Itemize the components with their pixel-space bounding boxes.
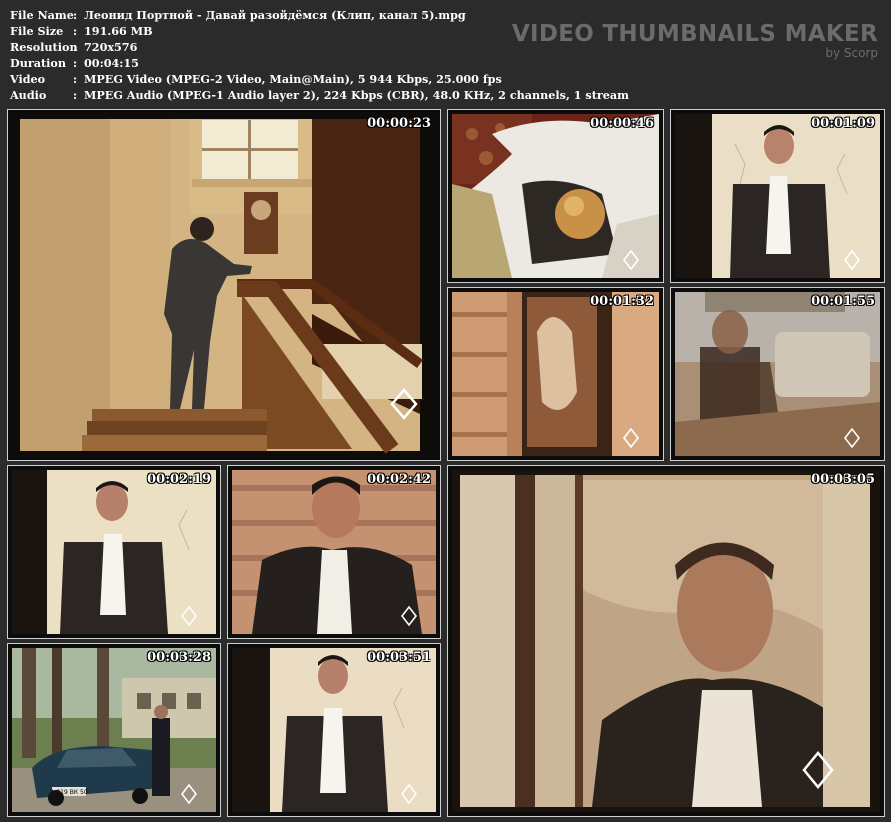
frame-man-car: А 919 ВК 50 00:03:28 [12,648,216,812]
woman-window-scene [452,292,659,456]
thumbnail-4[interactable]: 00:01:32 [447,287,664,461]
separator: : [73,56,78,70]
thumbnail-2[interactable]: 00:00:46 [447,109,664,283]
frame-woman-window: 00:01:32 [452,292,659,456]
thumbnail-7[interactable]: 00:02:42 [227,465,441,639]
timestamp: 00:00:46 [590,116,654,131]
frame-still-life: 00:00:46 [452,114,659,278]
duration-value: 00:04:15 [84,56,139,70]
man-standing-scene [232,648,436,812]
frame-staircase: 00:00:23 [12,114,436,456]
file-name-value: Леонид Портной - Давай разойдёмся (Клип,… [84,8,466,22]
thumbnail-8[interactable]: 00:03:05 [447,465,885,817]
separator: : [73,8,78,22]
frame-man-standing: 00:03:51 [232,648,436,812]
timestamp: 00:00:23 [367,116,431,131]
timestamp: 00:03:51 [367,650,431,665]
audio-row: Audio: MPEG Audio (MPEG-1 Audio layer 2),… [10,87,629,103]
resolution-label: Resolution [10,40,78,54]
duration-label: Duration [10,56,66,70]
frame-man-standing: 00:01:09 [675,114,880,278]
separator: : [73,88,78,102]
timestamp: 00:02:19 [147,472,211,487]
file-size-value: 191.66 MB [84,24,153,38]
file-name-label: File Name [10,8,74,22]
double-exposure-scene [675,292,880,456]
timestamp: 00:01:55 [811,294,875,309]
thumbnail-6[interactable]: 00:02:19 [7,465,221,639]
brand-title: VIDEO THUMBNAILS MAKER [511,21,878,47]
still-life-scene [452,114,659,278]
thumbnail-9[interactable]: А 919 ВК 50 00:03:28 [7,643,221,817]
contact-sheet: File Name: Леонид Портной - Давай разойдё… [0,0,891,822]
separator: : [73,40,78,54]
frame-man-curtain: 00:03:05 [452,470,880,812]
man-standing-scene [675,114,880,278]
video-value: MPEG Video (MPEG-2 Video, Main@Main), 5 … [84,72,502,86]
man-standing-scene [12,470,216,634]
file-size-label: File Size [10,24,64,38]
frame-man-closeup: 00:02:42 [232,470,436,634]
frame-double-exposure: 00:01:55 [675,292,880,456]
man-closeup-scene [232,470,436,634]
thumbnail-3[interactable]: 00:01:09 [670,109,885,283]
timestamp: 00:03:28 [147,650,211,665]
frame-man-standing: 00:02:19 [12,470,216,634]
thumbnail-1[interactable]: 00:00:23 [7,109,441,461]
separator: : [73,72,78,86]
separator: : [73,24,78,38]
brand-watermark: VIDEO THUMBNAILS MAKER by Scorp [512,20,878,59]
staircase-scene [12,114,436,456]
brand-subtitle: by Scorp [825,46,878,60]
video-label: Video [10,72,46,86]
man-curtain-scene [452,470,880,812]
timestamp: 00:02:42 [367,472,431,487]
video-row: Video: MPEG Video (MPEG-2 Video, Main@Mai… [10,71,629,87]
audio-value: MPEG Audio (MPEG-1 Audio layer 2), 224 K… [84,88,629,102]
thumbnail-10[interactable]: 00:03:51 [227,643,441,817]
man-car-scene: А 919 ВК 50 [12,648,216,812]
thumbnail-5[interactable]: 00:01:55 [670,287,885,461]
timestamp: 00:01:09 [811,116,875,131]
audio-label: Audio [10,88,47,102]
timestamp: 00:03:05 [811,472,875,487]
timestamp: 00:01:32 [590,294,654,309]
resolution-value: 720x576 [84,40,138,54]
